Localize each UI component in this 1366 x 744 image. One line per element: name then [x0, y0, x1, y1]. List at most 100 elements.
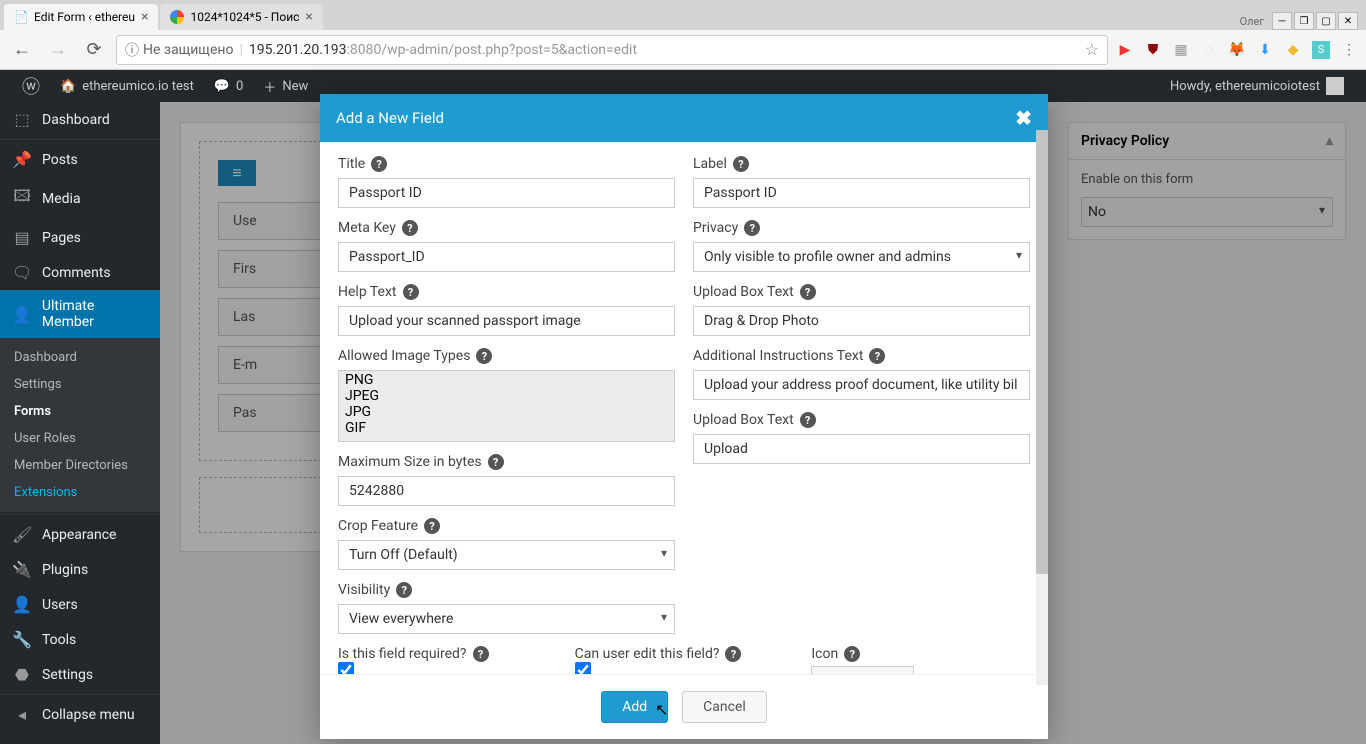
help-icon[interactable]: ? — [844, 646, 860, 662]
insecure-icon: ⓘ Не защищено — [125, 40, 233, 60]
modal-body: Title? Meta Key? Help Text? Allowed Imag… — [320, 142, 1048, 674]
submenu-item[interactable]: Dashboard — [0, 344, 160, 371]
help-icon[interactable]: ? — [473, 646, 489, 662]
choose-icon-button[interactable]: Choose Icon — [811, 666, 913, 674]
ext-icon[interactable]: ▦ — [1172, 41, 1190, 59]
help-icon[interactable]: ? — [725, 646, 741, 662]
new-content-link[interactable]: ＋ New — [253, 70, 318, 102]
gear-icon: ⬣ — [12, 665, 32, 684]
wp-admin-sidebar: ⬚Dashboard 📌Posts 🖾Media ▤Pages 🗨Comment… — [0, 102, 160, 744]
sidebar-item-users[interactable]: 👤Users — [0, 587, 160, 622]
help-icon[interactable]: ? — [869, 348, 885, 364]
sidebar-item-comments[interactable]: 🗨Comments — [0, 255, 160, 290]
metakey-input[interactable] — [338, 242, 675, 272]
add-button[interactable]: Add — [601, 691, 668, 723]
submenu-item[interactable]: User Roles — [0, 425, 160, 452]
sidebar-item-plugins[interactable]: 🔌Plugins — [0, 552, 160, 587]
help-icon[interactable]: ? — [733, 156, 749, 172]
menu-icon[interactable]: ⋮ — [1340, 41, 1358, 59]
maximize-button[interactable]: ▢ — [1316, 12, 1336, 30]
add-field-modal: Add a New Field ✖ Title? Meta Key? Help … — [320, 94, 1048, 739]
minimize-button[interactable]: ─ — [1272, 12, 1292, 30]
visibility-select[interactable]: View everywhere — [338, 604, 675, 634]
reload-button[interactable]: ⟳ — [80, 36, 108, 64]
back-button[interactable]: ← — [8, 36, 36, 64]
field-label: Meta Key? — [338, 220, 675, 236]
field-label: Upload Box Text? — [693, 284, 1030, 300]
title-input[interactable] — [338, 178, 675, 208]
restore-button[interactable]: ❐ — [1294, 12, 1314, 30]
scrollbar[interactable] — [1036, 130, 1048, 685]
sidebar-item-dashboard[interactable]: ⬚Dashboard — [0, 102, 160, 137]
submenu-item[interactable]: Settings — [0, 371, 160, 398]
field-label: Additional Instructions Text? — [693, 348, 1030, 364]
sidebar-item-settings[interactable]: ⬣Settings — [0, 657, 160, 692]
sidebar-item-posts[interactable]: 📌Posts — [0, 142, 160, 177]
close-icon[interactable]: × — [305, 9, 312, 25]
submenu-item-extensions[interactable]: Extensions — [0, 479, 160, 506]
help-icon[interactable]: ? — [396, 582, 412, 598]
help-icon[interactable]: ? — [402, 220, 418, 236]
browser-tab[interactable]: 1024*1024*5 - Поис × — [160, 4, 322, 30]
help-icon[interactable]: ? — [424, 518, 440, 534]
wordpress-logo-icon[interactable]: ⓦ — [12, 70, 50, 102]
sidebar-item-pages[interactable]: ▤Pages — [0, 220, 160, 255]
submenu-item-forms[interactable]: Forms — [0, 398, 160, 425]
image-types-multiselect[interactable]: PNG JPEG JPG GIF — [338, 370, 675, 442]
submenu-item[interactable]: Member Directories — [0, 452, 160, 479]
ext-icon[interactable]: ◌ — [1200, 41, 1218, 59]
howdy-user[interactable]: Howdy, ethereumicoiotest — [1160, 70, 1354, 102]
field-label: Help Text? — [338, 284, 675, 300]
help-icon[interactable]: ? — [403, 284, 419, 300]
close-icon[interactable]: × — [141, 9, 148, 25]
editable-checkbox[interactable] — [575, 662, 591, 674]
tab-bar: 📄 Edit Form ‹ ethereu × 1024*1024*5 - По… — [0, 0, 1366, 30]
comments-link[interactable]: 💬 0 — [204, 70, 254, 102]
ext-icon[interactable]: ▶ — [1116, 41, 1134, 59]
privacy-select[interactable]: Only visible to profile owner and admins — [693, 242, 1030, 272]
help-icon[interactable]: ? — [800, 412, 816, 428]
field-label: Icon? — [811, 646, 1030, 662]
close-button[interactable]: ✕ — [1338, 12, 1358, 30]
tab-title: Edit Form ‹ ethereu — [34, 10, 135, 24]
uploadbox-input[interactable] — [693, 306, 1030, 336]
ublock-icon[interactable]: ⛊ — [1144, 41, 1162, 59]
url-input[interactable]: ⓘ Не защищено | 195.201.20.193:8080/wp-a… — [116, 35, 1108, 65]
close-icon[interactable]: ✖ — [1015, 106, 1032, 130]
helptext-input[interactable] — [338, 306, 675, 336]
metamask-icon[interactable]: 🦊 — [1228, 41, 1246, 59]
help-icon[interactable]: ? — [488, 454, 504, 470]
collapse-menu[interactable]: ◂Collapse menu — [0, 697, 160, 732]
additional-instructions-input[interactable] — [693, 370, 1030, 400]
dashboard-icon: ⬚ — [12, 110, 32, 129]
modal-header: Add a New Field ✖ — [320, 94, 1048, 142]
field-label: Can user edit this field?? — [575, 646, 794, 662]
help-icon[interactable]: ? — [371, 156, 387, 172]
ext-icon[interactable]: ⬇ — [1256, 41, 1274, 59]
sidebar-item-media[interactable]: 🖾Media — [0, 177, 160, 220]
field-label: Is this field required?? — [338, 646, 557, 662]
sidebar-item-appearance[interactable]: 🖌Appearance — [0, 517, 160, 552]
required-checkbox[interactable] — [338, 662, 354, 674]
crop-select[interactable]: Turn Off (Default) — [338, 540, 675, 570]
brush-icon: 🖌 — [12, 525, 32, 544]
forward-button[interactable]: → — [44, 36, 72, 64]
bookmark-icon[interactable]: ☆ — [1085, 40, 1099, 59]
maxsize-input[interactable] — [338, 476, 675, 506]
sidebar-item-tools[interactable]: 🔧Tools — [0, 622, 160, 657]
ext-icon[interactable]: S — [1312, 41, 1330, 59]
help-icon[interactable]: ? — [800, 284, 816, 300]
address-bar: ← → ⟳ ⓘ Не защищено | 195.201.20.193:808… — [0, 30, 1366, 70]
help-icon[interactable]: ? — [476, 348, 492, 364]
help-icon[interactable]: ? — [744, 220, 760, 236]
window-controls: Олег ─ ❐ ▢ ✕ — [1240, 12, 1362, 30]
label-input[interactable] — [693, 178, 1030, 208]
uploadbox2-input[interactable] — [693, 434, 1030, 464]
binance-icon[interactable]: ◆ — [1284, 41, 1302, 59]
cancel-button[interactable]: Cancel — [682, 691, 767, 723]
sidebar-item-ultimate-member[interactable]: 👤Ultimate Member — [0, 290, 160, 338]
browser-tab[interactable]: 📄 Edit Form ‹ ethereu × — [4, 4, 158, 30]
os-user-label: Олег — [1240, 15, 1264, 28]
site-name-link[interactable]: 🏠 ethereumico.io test — [50, 70, 204, 102]
field-label: Allowed Image Types? — [338, 348, 675, 364]
